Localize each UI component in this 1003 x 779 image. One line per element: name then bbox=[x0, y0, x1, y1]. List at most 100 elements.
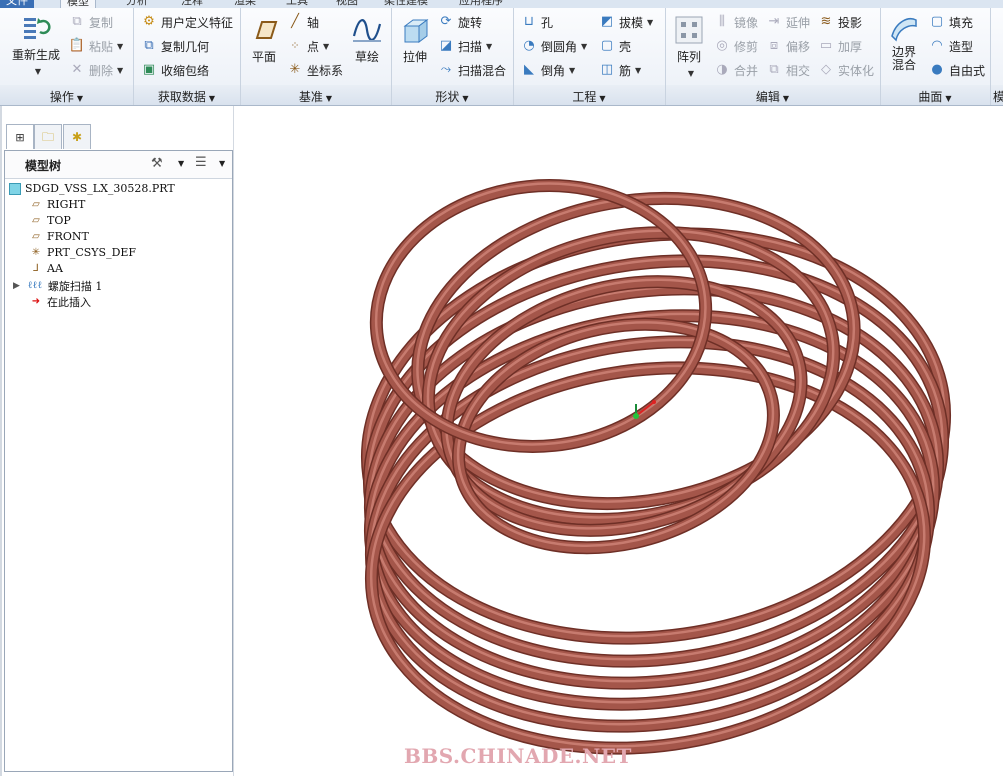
group-label-engineering[interactable]: 工程 ▼ bbox=[513, 88, 665, 105]
thicken-button[interactable]: ▭ 加厚 bbox=[817, 37, 862, 55]
settings-tools-icon[interactable]: ⚒ bbox=[151, 156, 163, 171]
boundary-blend-button[interactable]: 边界混合 bbox=[884, 12, 924, 72]
offset-icon: ⧈ bbox=[769, 38, 779, 53]
fill-button[interactable]: ▢ 填充 bbox=[928, 13, 973, 31]
group-label-editing[interactable]: 编辑 ▼ bbox=[665, 88, 880, 105]
rib-button[interactable]: ◫ 筋 ▼ bbox=[598, 61, 641, 79]
revolve-button[interactable]: ⟳ 旋转 bbox=[437, 13, 482, 31]
group-surfaces-text: 曲面 bbox=[918, 90, 943, 104]
freestyle-button[interactable]: ● 自由式 bbox=[928, 61, 985, 79]
chevron-down-icon: ▼ bbox=[635, 65, 642, 75]
expand-arrow-icon[interactable]: ▶ bbox=[13, 281, 20, 291]
plane-label: 平面 bbox=[251, 50, 276, 64]
group-datum-text: 基准 bbox=[298, 90, 323, 104]
chevron-down-icon[interactable]: ▼ bbox=[35, 67, 41, 76]
chevron-down-icon: ▼ bbox=[117, 65, 124, 75]
sweep-label: 扫描 bbox=[458, 39, 483, 54]
chamfer-button[interactable]: ◣ 倒角 ▼ bbox=[520, 61, 575, 79]
freestyle-icon: ● bbox=[931, 62, 943, 77]
tree-item-helical-sweep[interactable]: ▶ ℓℓℓ 螺旋扫描 1 bbox=[13, 278, 102, 294]
group-engineering-text: 工程 bbox=[572, 90, 597, 104]
chamfer-label: 倒角 bbox=[541, 63, 566, 78]
tree-item-part[interactable]: SDGD_VSS_LX_30528.PRT bbox=[9, 182, 175, 195]
intersect-button[interactable]: ⧉ 相交 bbox=[765, 61, 810, 79]
sketch-button[interactable]: 草绘 bbox=[348, 14, 386, 65]
extrude-button[interactable]: 拉伸 bbox=[397, 14, 433, 65]
tree-item-insert-here[interactable]: ➜ 在此插入 bbox=[29, 294, 91, 310]
tab-folder-browser[interactable]: 🗀 bbox=[34, 124, 62, 149]
point-label: 点 bbox=[307, 39, 320, 54]
solidify-icon: ◇ bbox=[821, 62, 831, 77]
tree-item-right[interactable]: ▱ RIGHT bbox=[29, 198, 85, 211]
graphics-viewport[interactable] bbox=[236, 106, 1003, 776]
pattern-button[interactable]: 阵列 ▼ bbox=[671, 14, 707, 79]
udf-button[interactable]: ⚙ 用户定义特征 bbox=[140, 13, 233, 31]
fill-icon: ▢ bbox=[930, 14, 944, 29]
project-button[interactable]: ≋ 投影 bbox=[817, 13, 862, 31]
trim-button[interactable]: ◎ 修剪 bbox=[713, 37, 758, 55]
tab-flexible-modeling[interactable]: 柔性建模 bbox=[378, 0, 434, 8]
group-label-get-data[interactable]: 获取数据 ▼ bbox=[133, 88, 240, 105]
shrinkwrap-button[interactable]: ▣ 收缩包络 bbox=[140, 61, 209, 79]
chamfer-icon: ◣ bbox=[524, 62, 534, 77]
tab-analysis[interactable]: 分析 bbox=[120, 0, 154, 8]
delete-button[interactable]: ✕ 删除 ▼ bbox=[68, 61, 124, 79]
shrinkwrap-icon: ▣ bbox=[142, 62, 156, 77]
swept-blend-button[interactable]: ⤳ 扫描混合 bbox=[437, 61, 506, 79]
group-operations-text: 操作 bbox=[49, 90, 74, 104]
extend-button[interactable]: ⇥ 延伸 bbox=[765, 13, 810, 31]
paste-button[interactable]: 📋 粘贴 ▼ bbox=[68, 37, 123, 55]
datum-plane-icon: ▱ bbox=[32, 198, 40, 210]
chevron-down-icon: ▼ bbox=[117, 41, 124, 51]
helical-coil-model[interactable] bbox=[236, 106, 1003, 776]
tree-item-front[interactable]: ▱ FRONT bbox=[29, 230, 89, 243]
tree-item-csys[interactable]: ✳ PRT_CSYS_DEF bbox=[29, 246, 136, 259]
plane-button[interactable]: 平面 bbox=[246, 14, 282, 65]
round-icon: ◔ bbox=[523, 38, 535, 53]
axis-button[interactable]: ╱ 轴 bbox=[286, 13, 319, 31]
offset-button[interactable]: ⧈ 偏移 bbox=[765, 37, 810, 55]
group-label-datum[interactable]: 基准 ▼ bbox=[240, 88, 391, 105]
copy-geometry-button[interactable]: ⧉ 复制几何 bbox=[140, 37, 209, 55]
tab-view[interactable]: 视图 bbox=[330, 0, 364, 8]
regenerate-button[interactable]: 重新生成 ▼ bbox=[8, 12, 64, 77]
group-label-shapes[interactable]: 形状 ▼ bbox=[391, 88, 513, 105]
shrinkwrap-label: 收缩包络 bbox=[161, 63, 210, 78]
datum-axis-icon: ⅃ bbox=[33, 262, 39, 274]
sweep-button[interactable]: ◪ 扫描 ▼ bbox=[437, 37, 492, 55]
tab-applications[interactable]: 应用程序 bbox=[453, 0, 509, 8]
group-label-operations[interactable]: 操作 ▼ bbox=[0, 88, 133, 105]
csys-button[interactable]: ✳ 坐标系 bbox=[286, 61, 343, 79]
hole-button[interactable]: ⊔ 孔 bbox=[520, 13, 553, 31]
round-button[interactable]: ◔ 倒圆角 ▼ bbox=[520, 37, 587, 55]
datum-point-icon: ⁘ bbox=[290, 39, 300, 52]
tab-favorites[interactable]: ✱ bbox=[63, 124, 91, 149]
delete-label: 删除 bbox=[89, 63, 114, 78]
mirror-label: 镜像 bbox=[734, 15, 759, 30]
chevron-down-icon: ▼ bbox=[647, 17, 654, 27]
tree-item-top[interactable]: ▱ TOP bbox=[29, 214, 71, 227]
solidify-button[interactable]: ◇ 实体化 bbox=[817, 61, 874, 79]
tab-model-tree[interactable]: ⊞ bbox=[6, 124, 34, 149]
tab-annotate[interactable]: 注释 bbox=[175, 0, 209, 8]
show-list-icon[interactable]: ☰ bbox=[195, 155, 207, 170]
merge-button[interactable]: ◑ 合并 bbox=[713, 61, 758, 79]
point-button[interactable]: ⁘ 点 ▼ bbox=[286, 37, 329, 55]
chevron-down-icon[interactable]: ▼ bbox=[219, 159, 225, 168]
group-label-surfaces[interactable]: 曲面 ▼ bbox=[880, 88, 990, 105]
style-button[interactable]: ◠ 造型 bbox=[928, 37, 973, 55]
freestyle-label: 自由式 bbox=[949, 63, 986, 78]
shell-button[interactable]: ▢ 壳 bbox=[598, 37, 631, 55]
copy-button[interactable]: ⧉ 复制 bbox=[68, 13, 113, 31]
tree-item-label: TOP bbox=[47, 214, 71, 227]
tree-item-axis-aa[interactable]: ⅃ AA bbox=[29, 262, 63, 275]
panel-splitter[interactable] bbox=[233, 106, 234, 776]
tab-tools[interactable]: 工具 bbox=[280, 0, 314, 8]
group-label-partial[interactable]: 模 bbox=[993, 88, 1003, 105]
draft-button[interactable]: ◩ 拔模 ▼ bbox=[598, 13, 653, 31]
chevron-down-icon[interactable]: ▼ bbox=[178, 159, 184, 168]
tab-model[interactable]: 模型 bbox=[60, 0, 96, 8]
mirror-button[interactable]: ⫼ 镜像 bbox=[713, 13, 758, 31]
tab-render[interactable]: 渲染 bbox=[228, 0, 262, 8]
tab-file[interactable]: 文件 bbox=[0, 0, 34, 8]
